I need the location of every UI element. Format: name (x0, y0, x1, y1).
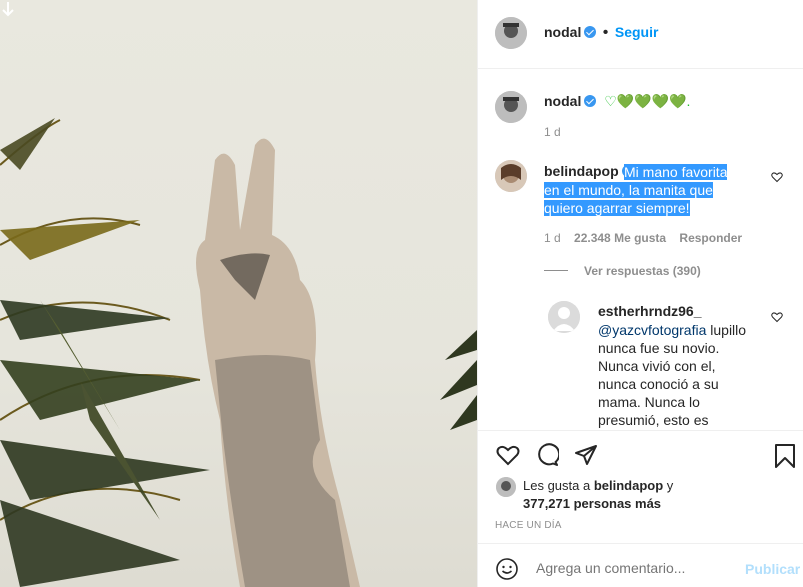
comment-username[interactable]: belindapop (544, 163, 619, 179)
reply-text-line: nunca conoció a su (598, 376, 719, 392)
reply-text-line: mama. Nunca lo (598, 394, 700, 410)
author-username[interactable]: nodal (544, 24, 581, 40)
add-comment-bar: Publicar (478, 543, 803, 587)
likes-others[interactable]: 377,271 personas más (523, 496, 661, 511)
post-photo-illustration (0, 118, 477, 587)
bookmark-icon[interactable] (774, 443, 796, 469)
post-image[interactable] (0, 0, 477, 587)
download-arrow-icon[interactable] (0, 0, 16, 20)
post-timestamp[interactable]: HACE UN DÍA (495, 520, 562, 531)
comment-heart-icon[interactable] (771, 171, 783, 183)
mention-link[interactable]: @yazcvfotografia (598, 322, 706, 338)
comment-text-line: en el mundo, la manita que (544, 182, 713, 198)
comment-likes[interactable]: 22.348 Me gusta (574, 231, 666, 245)
emoji-icon[interactable] (495, 557, 519, 581)
likes-prefix: Les gusta a (523, 478, 594, 493)
reply-text-line: presumió, esto es (598, 412, 709, 428)
comment-icon[interactable] (535, 443, 559, 467)
reply-text-line: lupillo (706, 322, 747, 338)
dot-separator: • (602, 24, 609, 41)
reply-button[interactable]: Responder (679, 231, 742, 245)
reply-heart-icon[interactable] (771, 311, 783, 323)
share-icon[interactable] (574, 443, 598, 467)
like-heart-icon[interactable] (495, 443, 521, 467)
reply-text-line: nunca fue su novio. (598, 340, 720, 356)
view-replies-button[interactable]: Ver respuestas (390) (584, 264, 701, 278)
post-header: nodal • Seguir (478, 0, 803, 69)
comment-input[interactable] (534, 555, 738, 581)
caption-text: ♡💚💚💚💚. (604, 93, 691, 109)
comment-avatar[interactable] (495, 160, 527, 192)
likes-line-1: Les gusta a belindapop y (523, 478, 673, 493)
verified-badge-icon (584, 95, 597, 107)
post-side-panel: nodal • Seguir nodal ♡💚💚💚💚. 1 d belindap… (477, 0, 803, 587)
comment-text-line: quiero agarrar siempre! (544, 200, 690, 216)
verified-badge-icon (584, 26, 597, 38)
liker-username[interactable]: belindapop (594, 478, 663, 493)
author-avatar[interactable] (495, 17, 527, 49)
caption-username[interactable]: nodal (544, 93, 581, 109)
reply-text-line: Nunca vivió con el, (598, 358, 716, 374)
replies-divider (544, 270, 568, 271)
reply-avatar[interactable] (548, 301, 580, 333)
likes-suffix: y (663, 478, 674, 493)
liker-avatar[interactable] (496, 477, 516, 497)
reply-username[interactable]: estherhrndz96_ (598, 303, 701, 319)
caption-age[interactable]: 1 d (544, 125, 561, 139)
caption-author-avatar[interactable] (495, 91, 527, 123)
publish-button[interactable]: Publicar (745, 561, 800, 577)
follow-button[interactable]: Seguir (615, 24, 659, 40)
comment-age[interactable]: 1 d (544, 231, 561, 245)
comment-text-line: Mi mano favorita (624, 164, 728, 180)
